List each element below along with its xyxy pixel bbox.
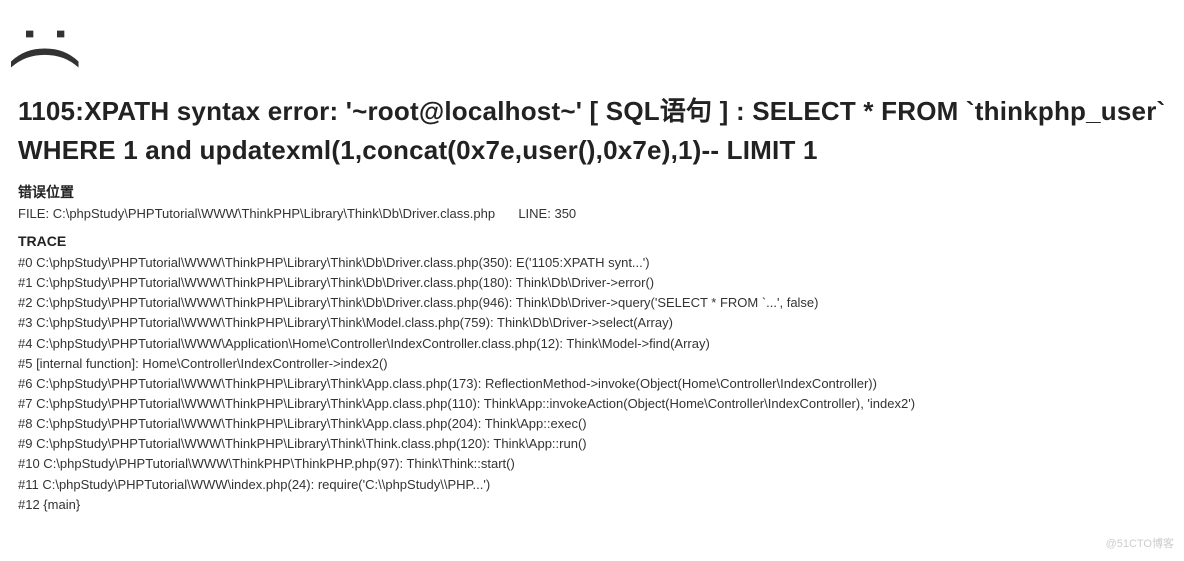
trace-line: #4 C:\phpStudy\PHPTutorial\WWW\Applicati… — [18, 334, 1166, 354]
trace-line: #3 C:\phpStudy\PHPTutorial\WWW\ThinkPHP\… — [18, 313, 1166, 333]
watermark: @51CTO博客 — [1106, 535, 1174, 551]
line-label: LINE: — [518, 206, 551, 221]
trace-line: #2 C:\phpStudy\PHPTutorial\WWW\ThinkPHP\… — [18, 293, 1166, 313]
trace-line: #5 [internal function]: Home\Controller\… — [18, 354, 1166, 374]
trace-line: #12 {main} — [18, 495, 1166, 515]
trace-label: TRACE — [18, 233, 1166, 249]
trace-line: #10 C:\phpStudy\PHPTutorial\WWW\ThinkPHP… — [18, 454, 1166, 474]
line-number: 350 — [554, 206, 576, 221]
error-message: 1105:XPATH syntax error: '~root@localhos… — [18, 92, 1166, 170]
trace-list: #0 C:\phpStudy\PHPTutorial\WWW\ThinkPHP\… — [18, 253, 1166, 515]
trace-line: #0 C:\phpStudy\PHPTutorial\WWW\ThinkPHP\… — [18, 253, 1166, 273]
error-location-label: 错误位置 — [18, 182, 1166, 202]
trace-line: #6 C:\phpStudy\PHPTutorial\WWW\ThinkPHP\… — [18, 374, 1166, 394]
sad-face-icon: :( — [14, 24, 86, 68]
trace-line: #7 C:\phpStudy\PHPTutorial\WWW\ThinkPHP\… — [18, 394, 1166, 414]
trace-line: #8 C:\phpStudy\PHPTutorial\WWW\ThinkPHP\… — [18, 414, 1166, 434]
trace-line: #1 C:\phpStudy\PHPTutorial\WWW\ThinkPHP\… — [18, 273, 1166, 293]
trace-line: #9 C:\phpStudy\PHPTutorial\WWW\ThinkPHP\… — [18, 434, 1166, 454]
file-label: FILE: — [18, 206, 49, 221]
file-line: FILE: C:\phpStudy\PHPTutorial\WWW\ThinkP… — [18, 206, 1166, 221]
trace-line: #11 C:\phpStudy\PHPTutorial\WWW\index.ph… — [18, 475, 1166, 495]
file-path: C:\phpStudy\PHPTutorial\WWW\ThinkPHP\Lib… — [53, 206, 495, 221]
